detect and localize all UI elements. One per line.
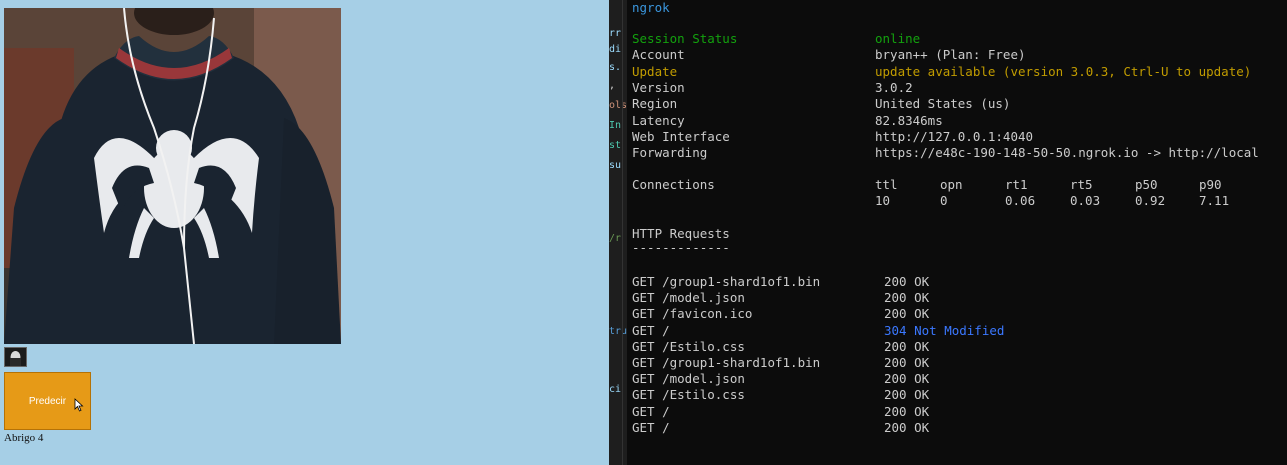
- editor-divider: [622, 0, 623, 465]
- prediction-result: Abrigo 4: [4, 432, 44, 444]
- request-status: 200 OK: [884, 290, 930, 306]
- connections-header: rt5: [1070, 177, 1093, 192]
- predict-button-label: Predecir: [28, 395, 67, 407]
- connections-value: 0.03: [1070, 193, 1101, 208]
- connections-value: 7.11: [1199, 193, 1230, 208]
- editor-fragment: rr: [609, 28, 622, 39]
- status-row-label: Update: [632, 63, 678, 79]
- status-row-value: update available (version 3.0.3, Ctrl-U …: [875, 63, 1252, 79]
- connections-header: opn: [940, 177, 963, 192]
- code-editor-strip: rr di s. , ols In st su /r tru ci: [609, 0, 627, 465]
- status-row-label: Version: [632, 79, 685, 95]
- editor-fragment: su: [609, 160, 622, 171]
- webcam-preview: [4, 8, 341, 344]
- webcam-image: [4, 8, 341, 344]
- request-path: GET /favicon.ico: [632, 306, 753, 322]
- request-status: 200 OK: [884, 419, 930, 435]
- editor-fragment: s.: [609, 62, 622, 73]
- status-row-label: Forwarding: [632, 145, 708, 161]
- editor-fragment: di: [609, 44, 622, 55]
- request-status: 200 OK: [884, 306, 930, 322]
- web-page: Predecir Abrigo 4: [0, 0, 609, 465]
- request-path: GET /group1-shard1of1.bin: [632, 274, 821, 289]
- connections-label: Connections: [632, 177, 715, 192]
- connections-header: ttl: [875, 177, 898, 192]
- editor-fragment: ,: [609, 80, 616, 91]
- status-row-label: Region: [632, 96, 678, 112]
- editor-fragment: ci: [609, 384, 622, 395]
- connections-value: 10: [875, 193, 891, 208]
- request-path: GET /: [632, 403, 670, 419]
- request-status: 200 OK: [884, 274, 930, 289]
- status-row-label: Session Status: [632, 31, 738, 46]
- request-status: 200 OK: [884, 371, 930, 387]
- editor-fragment: In: [609, 120, 622, 131]
- status-row-value: bryan++ (Plan: Free): [875, 47, 1026, 63]
- status-row-label: Latency: [632, 112, 685, 128]
- terminal-title: ngrok: [632, 0, 670, 15]
- mouse-cursor-icon: [74, 398, 84, 412]
- connections-value: 0.06: [1005, 193, 1036, 208]
- status-row-value: 3.0.2: [875, 79, 913, 95]
- connections-header: rt1: [1005, 177, 1028, 192]
- request-path: GET /: [632, 419, 670, 435]
- connections-header: p90: [1199, 177, 1222, 192]
- request-path: GET /model.json: [632, 290, 745, 306]
- request-status: 200 OK: [884, 338, 930, 354]
- editor-fragment: /r: [609, 233, 622, 244]
- status-row-value: online: [875, 31, 921, 46]
- status-row-value: https://e48c-190-148-50-50.ngrok.io -> h…: [875, 145, 1259, 161]
- connections-value: 0: [940, 193, 948, 208]
- request-path: GET /group1-shard1of1.bin: [632, 355, 821, 370]
- request-path: GET /model.json: [632, 371, 745, 387]
- editor-fragment: st: [609, 140, 622, 151]
- http-requests-underline: -------------: [632, 240, 730, 255]
- editor-fragment: tru: [609, 326, 627, 337]
- request-path: GET /Estilo.css: [632, 338, 745, 354]
- connections-header: p50: [1135, 177, 1158, 192]
- request-path: GET /Estilo.css: [632, 387, 745, 403]
- request-status: 200 OK: [884, 387, 930, 403]
- camera-thumbnail-icon: [10, 351, 21, 366]
- request-status: 200 OK: [884, 355, 930, 370]
- request-status: 304 Not Modified: [884, 322, 1005, 338]
- status-row-value: http://127.0.0.1:4040: [875, 128, 1034, 144]
- request-path: GET /: [632, 322, 670, 338]
- camera-thumbnail: [4, 347, 27, 367]
- status-row-value: United States (us): [875, 96, 1011, 112]
- status-row-value: 82.8346ms: [875, 112, 943, 128]
- status-row-label: Account: [632, 47, 685, 63]
- request-status: 200 OK: [884, 403, 930, 419]
- ngrok-terminal[interactable]: ngrok Session Status online Account bryan++…: [627, 0, 1287, 465]
- connections-value: 0.92: [1135, 193, 1166, 208]
- status-row-label: Web Interface: [632, 128, 730, 144]
- editor-fragment: ols: [609, 100, 627, 111]
